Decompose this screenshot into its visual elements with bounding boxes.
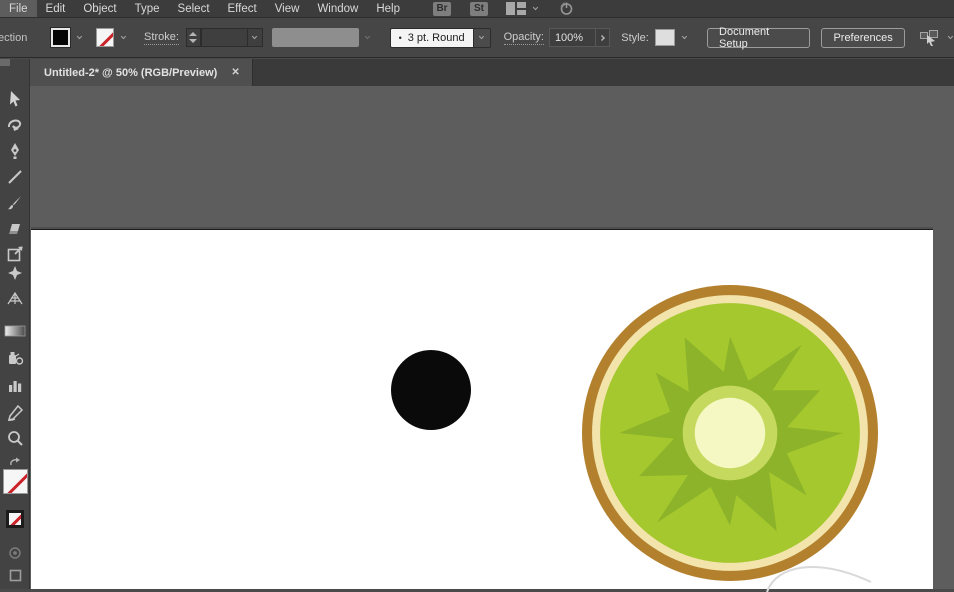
menu-select[interactable]: Select (169, 0, 219, 17)
artboard[interactable] (31, 229, 933, 592)
stroke-none-swatch[interactable] (6, 510, 24, 528)
opacity-expand-button[interactable] (595, 28, 611, 47)
pencil-tool-icon[interactable] (4, 402, 26, 424)
brushes-panel-button[interactable]: Br (433, 1, 451, 16)
brush-bullet: • (398, 32, 402, 43)
menu-object[interactable]: Object (74, 0, 125, 17)
menu-type[interactable]: Type (126, 0, 169, 17)
toolbar-grip[interactable] (0, 59, 10, 66)
pen-tool-icon[interactable] (4, 140, 26, 162)
canvas-pasteboard[interactable] (30, 86, 954, 592)
menu-bar: File Edit Object Type Select Effect View… (0, 0, 954, 17)
opacity-label[interactable]: Opacity: (503, 31, 544, 45)
align-icon[interactable] (919, 29, 939, 46)
stroke-weight-stepper[interactable] (185, 28, 201, 47)
stroke-weight-label[interactable]: Stroke: (144, 31, 179, 45)
paintbrush-tool-icon[interactable] (4, 192, 26, 214)
color-mode-icon[interactable] (4, 542, 26, 564)
brush-chevron-icon[interactable] (473, 27, 491, 48)
align-chevron-icon[interactable] (947, 33, 954, 39)
style-label: Style: (621, 31, 649, 44)
opacity-input[interactable]: 100% (548, 28, 596, 47)
brush-value: 3 pt. Round (407, 31, 465, 44)
stroke-color-none-swatch[interactable] (95, 28, 115, 47)
menu-window[interactable]: Window (308, 0, 367, 17)
kiwi-illustration[interactable] (582, 285, 878, 581)
menu-edit[interactable]: Edit (37, 0, 75, 17)
document-setup-button[interactable]: Document Setup (707, 26, 811, 50)
fill-color-swatch[interactable] (50, 27, 71, 48)
curvature-tool-icon[interactable] (4, 114, 26, 136)
tools-panel (0, 59, 30, 589)
style-swatch[interactable] (654, 29, 676, 46)
perspective-grid-tool-icon[interactable] (4, 288, 26, 310)
stroke-weight-combo[interactable] (200, 28, 263, 47)
line-segment-tool-icon[interactable] (4, 166, 26, 188)
zoom-tool-icon[interactable] (4, 427, 26, 449)
document-tab[interactable]: Untitled-2* @ 50% (RGB/Preview) ✕ (30, 59, 253, 86)
stroke-chevron-icon[interactable] (120, 33, 127, 39)
workspace-switcher-icon[interactable] (506, 2, 526, 15)
black-circle-shape[interactable] (391, 350, 471, 430)
workspace-chevron-icon[interactable] (532, 4, 539, 10)
fill-chevron-icon[interactable] (76, 33, 83, 39)
menu-help[interactable]: Help (367, 0, 409, 17)
power-icon[interactable] (559, 1, 574, 16)
gradient-tool-icon[interactable] (4, 320, 26, 342)
style-chevron-icon[interactable] (681, 33, 688, 39)
eraser-tool-icon[interactable] (4, 218, 26, 240)
menu-file[interactable]: File (0, 0, 37, 17)
screen-mode-icon[interactable] (4, 564, 26, 586)
kiwi-core (694, 397, 766, 469)
document-tab-bar: Untitled-2* @ 50% (RGB/Preview) ✕ (30, 59, 954, 86)
shape-builder-tool-icon[interactable] (4, 262, 26, 284)
menu-view[interactable]: View (266, 0, 309, 17)
selection-label-truncated: ection (0, 31, 28, 44)
styles-panel-button[interactable]: St (470, 1, 488, 16)
brush-definition-combo[interactable]: • 3 pt. Round (389, 27, 491, 48)
selection-tool-icon[interactable] (4, 88, 26, 110)
preferences-button[interactable]: Preferences (821, 27, 905, 48)
variable-width-profile-disabled (271, 28, 359, 47)
stroke-weight-chevron-icon[interactable] (246, 29, 262, 46)
tab-close-icon[interactable]: ✕ (231, 67, 239, 78)
control-bar: ection Stroke: • 3 pt. Round Opacity: 10… (0, 17, 954, 58)
column-graph-tool-icon[interactable] (4, 375, 26, 397)
sketch-curve (766, 566, 872, 592)
symbol-sprayer-tool-icon[interactable] (4, 347, 26, 369)
menu-effect[interactable]: Effect (219, 0, 266, 17)
profile-chevron-icon (364, 33, 370, 39)
document-tab-title: Untitled-2* @ 50% (RGB/Preview) (44, 66, 218, 79)
fill-none-swatch[interactable] (3, 469, 28, 494)
